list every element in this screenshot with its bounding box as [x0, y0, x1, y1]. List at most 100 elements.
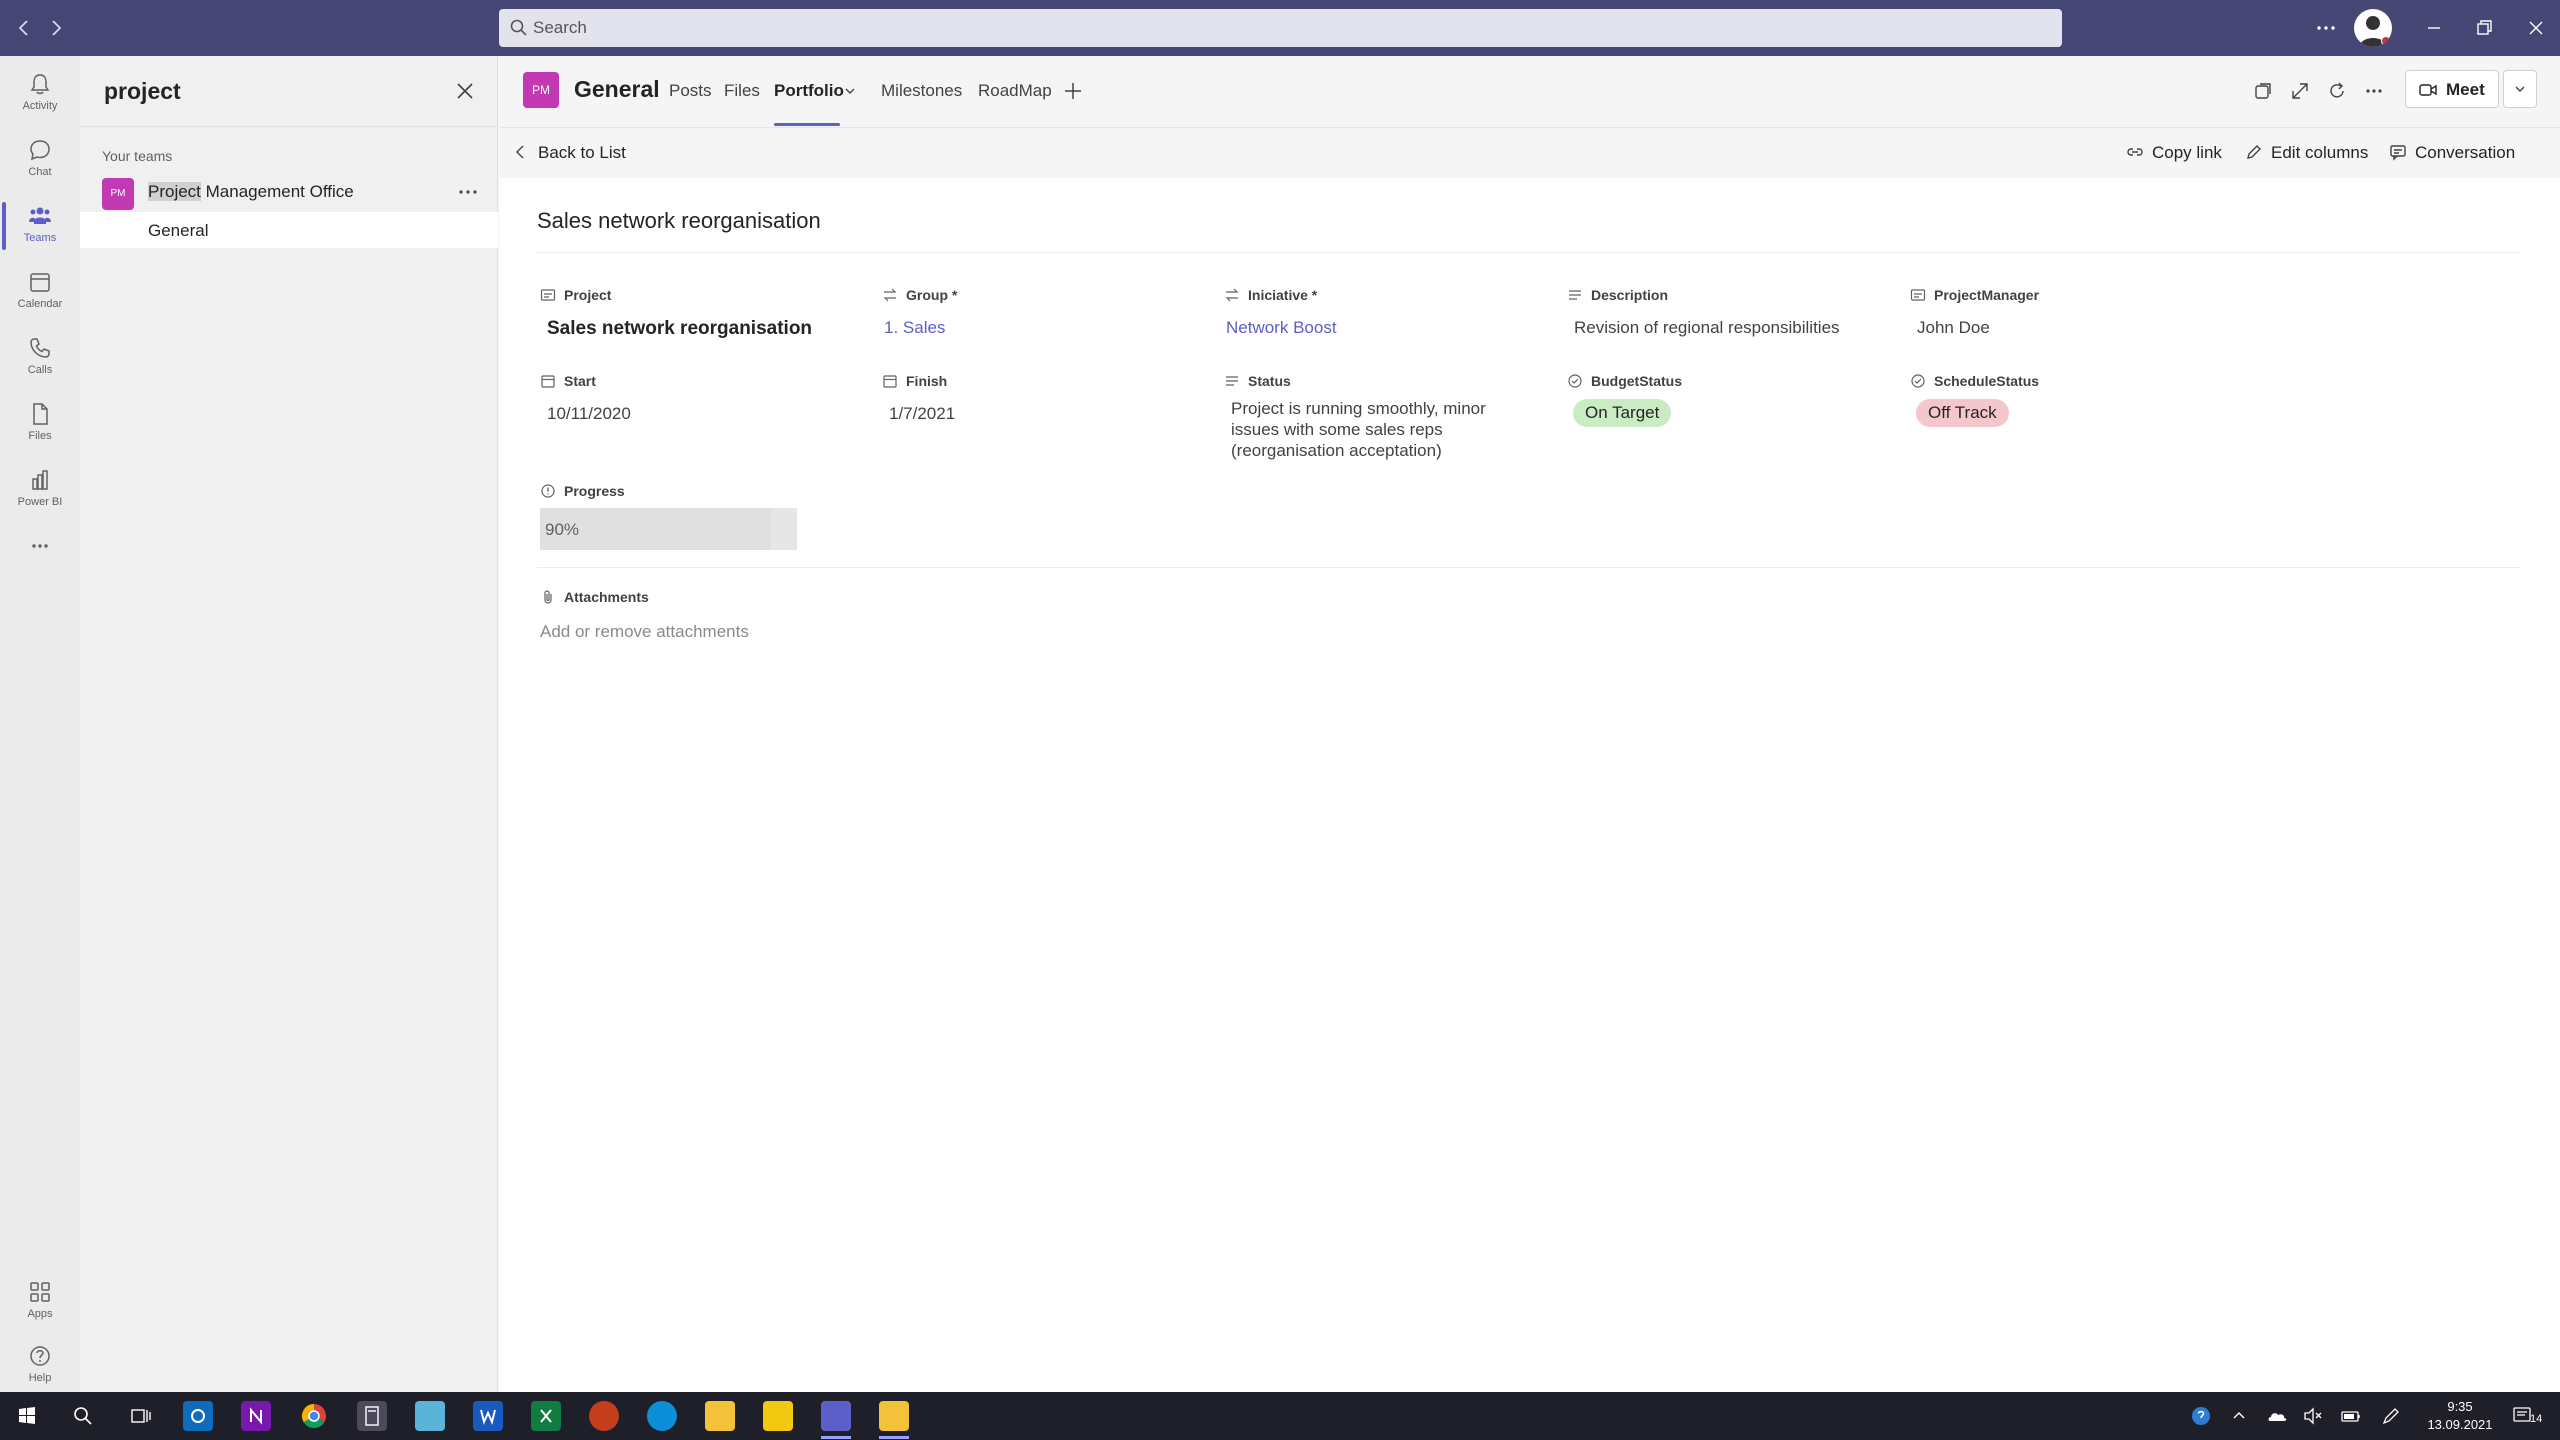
field-group[interactable]: Group * 1. Sales: [882, 286, 1202, 346]
field-label-text: Progress: [564, 483, 625, 499]
add-tab-icon[interactable]: [1062, 80, 1084, 102]
tab-portfolio[interactable]: Portfolio: [774, 81, 844, 101]
meet-button[interactable]: Meet: [2405, 70, 2499, 108]
task-view-icon[interactable]: [126, 1401, 156, 1431]
restore-icon[interactable]: [2470, 14, 2498, 42]
copy-link-label: Copy link: [2152, 143, 2222, 162]
file-explorer-icon[interactable]: [705, 1401, 735, 1431]
rail-activity[interactable]: Activity: [0, 62, 80, 126]
progress-value: 90%: [545, 520, 580, 539]
tab-posts[interactable]: Posts: [669, 81, 712, 101]
notifications-icon[interactable]: 14: [2512, 1405, 2542, 1427]
search-icon[interactable]: [68, 1401, 98, 1431]
snipping-tool-icon[interactable]: [415, 1401, 445, 1431]
field-schedule-status[interactable]: ScheduleStatus Off Track: [1910, 372, 2230, 442]
calendar-icon: [541, 375, 555, 388]
popout-icon[interactable]: [2252, 80, 2274, 102]
field-value-link[interactable]: 1. Sales: [884, 318, 945, 338]
bell-icon: [30, 74, 50, 95]
field-project[interactable]: Project Sales network reorganisation: [540, 286, 860, 346]
minimize-icon[interactable]: [2420, 14, 2448, 42]
field-value-link[interactable]: Network Boost: [1226, 318, 1337, 338]
item-title: Sales network reorganisation: [537, 208, 821, 233]
progress-bar: 90%: [540, 508, 797, 550]
more-options-icon[interactable]: [456, 182, 480, 202]
field-status[interactable]: Status Project is running smoothly, mino…: [1224, 372, 1544, 462]
tab-roadmap[interactable]: RoadMap: [978, 81, 1052, 101]
meet-dropdown-button[interactable]: [2503, 70, 2537, 108]
rail-help[interactable]: Help: [0, 1334, 80, 1398]
status-badge: On Target: [1573, 399, 1672, 427]
word-icon[interactable]: [473, 1401, 503, 1431]
chevron-up-icon[interactable]: [2228, 1405, 2250, 1427]
channel-item-general[interactable]: General: [80, 212, 498, 248]
onenote-icon[interactable]: [241, 1401, 271, 1431]
expand-icon[interactable]: [2289, 80, 2311, 102]
team-item-project-management-office[interactable]: PM Project Management Office: [80, 174, 498, 210]
calculator-icon[interactable]: [357, 1401, 387, 1431]
conversation-label: Conversation: [2415, 143, 2516, 162]
choice-icon: [1568, 374, 1582, 388]
clock-time: 9:35: [2447, 1399, 2473, 1414]
help-tray-icon[interactable]: [2190, 1405, 2212, 1427]
onedrive-icon[interactable]: [2266, 1405, 2288, 1427]
search-match-highlight: Project: [148, 182, 201, 201]
folder-icon[interactable]: [879, 1401, 909, 1439]
field-project-manager[interactable]: ProjectManager John Doe: [1910, 286, 2230, 346]
channel-title: General: [574, 76, 660, 102]
avatar[interactable]: [2354, 9, 2392, 47]
field-iniciative[interactable]: Iniciative * Network Boost: [1224, 286, 1544, 346]
more-options-icon[interactable]: [2312, 14, 2340, 42]
close-icon[interactable]: [454, 80, 476, 102]
edge-icon[interactable]: [647, 1401, 677, 1431]
field-label-text: Project: [564, 287, 612, 303]
powerpoint-icon[interactable]: [589, 1401, 619, 1431]
taskbar-clock[interactable]: 9:35 13.09.2021: [2420, 1398, 2500, 1434]
field-label-text: Finish: [906, 373, 948, 389]
panel-title: project: [104, 78, 181, 104]
rail-files[interactable]: Files: [0, 392, 80, 456]
field-description[interactable]: Description Revision of regional respons…: [1567, 286, 1887, 346]
rail-teams[interactable]: Teams: [0, 194, 80, 258]
tab-files[interactable]: Files: [724, 81, 760, 101]
close-window-icon[interactable]: [2522, 14, 2550, 42]
powerbi-icon: [32, 470, 48, 490]
rail-calls[interactable]: Calls: [0, 326, 80, 390]
pen-icon[interactable]: [2380, 1405, 2402, 1427]
field-progress[interactable]: Progress 90%: [540, 482, 860, 554]
field-start[interactable]: Start 10/11/2020: [540, 372, 860, 442]
rail-calendar[interactable]: Calendar: [0, 260, 80, 324]
tab-milestones[interactable]: Milestones: [881, 81, 962, 101]
active-tab-indicator: [774, 123, 840, 126]
rail-apps[interactable]: Apps: [0, 1270, 80, 1334]
field-label-text: ScheduleStatus: [1934, 373, 2040, 389]
chrome-icon[interactable]: [299, 1401, 329, 1431]
field-finish[interactable]: Finish 1/7/2021: [882, 372, 1202, 442]
item-details: Sales network reorganisation Project Sal…: [499, 178, 2560, 1392]
more-options-icon[interactable]: [2363, 80, 2385, 102]
volume-muted-icon[interactable]: [2302, 1405, 2324, 1427]
chevron-down-icon[interactable]: [843, 84, 857, 98]
teams-taskbar-icon[interactable]: [821, 1401, 851, 1439]
windows-start-icon[interactable]: [12, 1401, 42, 1431]
forward-arrow-icon[interactable]: [44, 16, 68, 40]
rail-chat[interactable]: Chat: [0, 128, 80, 192]
field-budget-status[interactable]: BudgetStatus On Target: [1567, 372, 1887, 442]
refresh-icon[interactable]: [2326, 80, 2348, 102]
powerbi-desktop-icon[interactable]: [763, 1401, 793, 1431]
outlook-icon[interactable]: [183, 1401, 213, 1431]
excel-icon[interactable]: [531, 1401, 561, 1431]
command-bar: Back to List Copy link Edit columns Conv…: [499, 128, 2560, 178]
add-attachments-link[interactable]: Add or remove attachments: [540, 622, 749, 642]
rail-more[interactable]: [0, 524, 80, 564]
lookup-icon: [883, 288, 897, 302]
meet-label: Meet: [2446, 80, 2485, 99]
rail-powerbi[interactable]: Power BI: [0, 458, 80, 522]
back-arrow-icon[interactable]: [12, 16, 36, 40]
chevron-down-icon: [2515, 86, 2525, 92]
search-input[interactable]: Search: [499, 9, 2062, 47]
text-field-icon: [1910, 289, 1926, 301]
phone-icon: [30, 338, 50, 358]
field-attachments[interactable]: Attachments Add or remove attachments: [540, 588, 940, 648]
battery-icon[interactable]: [2340, 1405, 2362, 1427]
